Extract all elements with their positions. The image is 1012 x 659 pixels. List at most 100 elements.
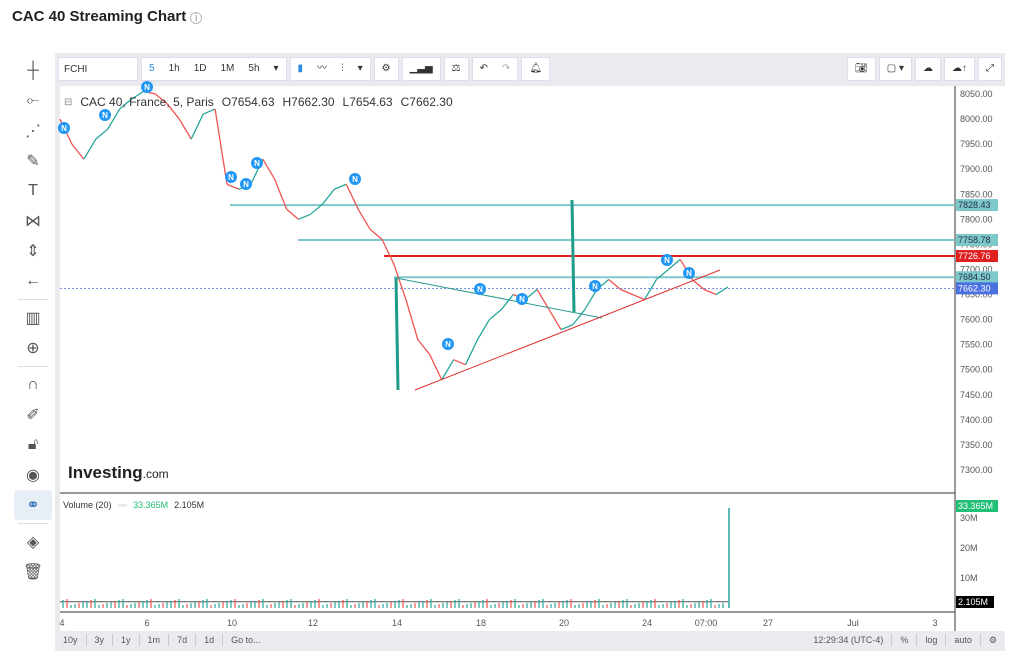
price-tick: 7500.00 [960, 365, 993, 375]
volume-bar [386, 603, 388, 608]
volume-bar [114, 601, 116, 608]
measure-line [570, 199, 576, 313]
volume-bar [86, 601, 88, 608]
main-legend: ⊟ CAC 40, France, 5, Paris O7654.63 H766… [64, 95, 453, 109]
volume-bar [182, 605, 184, 608]
volume-bar [562, 601, 564, 608]
volume-bar [634, 604, 636, 608]
time-tick: 14 [392, 618, 402, 628]
volume-bar [154, 605, 156, 608]
price-segment [643, 279, 657, 300]
price-tick: 7300.00 [960, 465, 993, 475]
volume-bar [690, 604, 692, 608]
volume-bar [74, 604, 76, 608]
volume-bar [338, 601, 340, 608]
volume-bar [674, 601, 676, 608]
legend-open: O7654.63 [221, 95, 275, 109]
volume-bar [194, 602, 196, 608]
volume-bar [698, 602, 700, 608]
volume-bar [318, 599, 320, 608]
volume-bar [710, 599, 712, 608]
price-segment [226, 183, 240, 190]
volume-bar [658, 605, 660, 608]
volume-bar [482, 600, 484, 608]
volume-bar [414, 603, 416, 608]
volume-bar [378, 605, 380, 608]
volume-bar [722, 603, 724, 608]
volume-bar [334, 602, 336, 608]
volume-bar [434, 605, 436, 608]
volume-bar [506, 601, 508, 608]
volume-bar [202, 600, 204, 608]
news-marker-label: N [228, 173, 234, 182]
volume-bar [410, 604, 412, 608]
volume-bar [550, 604, 552, 608]
volume-bar [538, 600, 540, 608]
volume-bar [294, 605, 296, 608]
volume-bar [70, 605, 72, 608]
price-segment [298, 213, 311, 220]
volume-bar [314, 600, 316, 608]
volume-bar [126, 605, 128, 608]
volume-bar [590, 601, 592, 608]
volume-bar [362, 602, 364, 608]
volume-bar [566, 600, 568, 608]
volume-bar [178, 599, 180, 608]
volume-bar [346, 599, 348, 608]
volume-bar [554, 603, 556, 608]
volume-bar [606, 604, 608, 608]
volume-bar [102, 604, 104, 608]
volume-bar [450, 601, 452, 608]
volume-bar [678, 600, 680, 608]
series-name: CAC 40, France, 5, Paris [80, 95, 214, 109]
price-segment [190, 113, 204, 140]
volume-bar [646, 601, 648, 608]
level-label: 7684.50 [958, 272, 991, 282]
volume-settings-icon[interactable]: ▫▫▫ [118, 500, 128, 510]
volume-bar [138, 602, 140, 608]
volume-bar [302, 603, 304, 608]
volume-bar [122, 599, 124, 608]
volume-bar [702, 601, 704, 608]
collapse-icon[interactable]: ⊟ [64, 97, 72, 108]
level-label: 7758.78 [958, 235, 991, 245]
level-label: 7726.76 [958, 251, 991, 261]
volume-bar [282, 601, 284, 608]
volume-bar [134, 603, 136, 608]
news-marker-label: N [686, 269, 692, 278]
volume-bar [514, 599, 516, 608]
volume-name: Volume (20) [63, 500, 112, 510]
news-marker-label: N [243, 180, 249, 189]
volume-bar [422, 601, 424, 608]
support-trendline [414, 269, 721, 391]
volume-bar [310, 601, 312, 608]
volume-bar [638, 603, 640, 608]
time-tick: Jul [847, 618, 859, 628]
volume-bar [454, 600, 456, 608]
volume-bar [542, 599, 544, 608]
volume-bar [518, 605, 520, 608]
price-tick: 7600.00 [960, 315, 993, 325]
volume-bar [342, 600, 344, 608]
volume-bar [306, 602, 308, 608]
price-segment [369, 228, 383, 240]
price-segment [71, 143, 85, 160]
time-tick: 07:00 [695, 618, 718, 628]
volume-bar [146, 600, 148, 608]
volume-bar [718, 604, 720, 608]
volume-value: 33.365M [133, 500, 169, 510]
volume-bar [326, 604, 328, 608]
volume-bar [206, 599, 208, 608]
volume-bar [170, 601, 172, 608]
volume-bar [474, 602, 476, 608]
volume-bar [478, 601, 480, 608]
volume-bar [374, 599, 376, 608]
price-segment [262, 158, 276, 180]
level-label: 7828.43 [958, 200, 991, 210]
volume-bar [98, 605, 100, 608]
volume-bar [534, 601, 536, 608]
time-tick: 12 [308, 618, 318, 628]
volume-bar [106, 603, 108, 608]
volume-tick: 20M [960, 543, 978, 553]
volume-bar [466, 604, 468, 608]
